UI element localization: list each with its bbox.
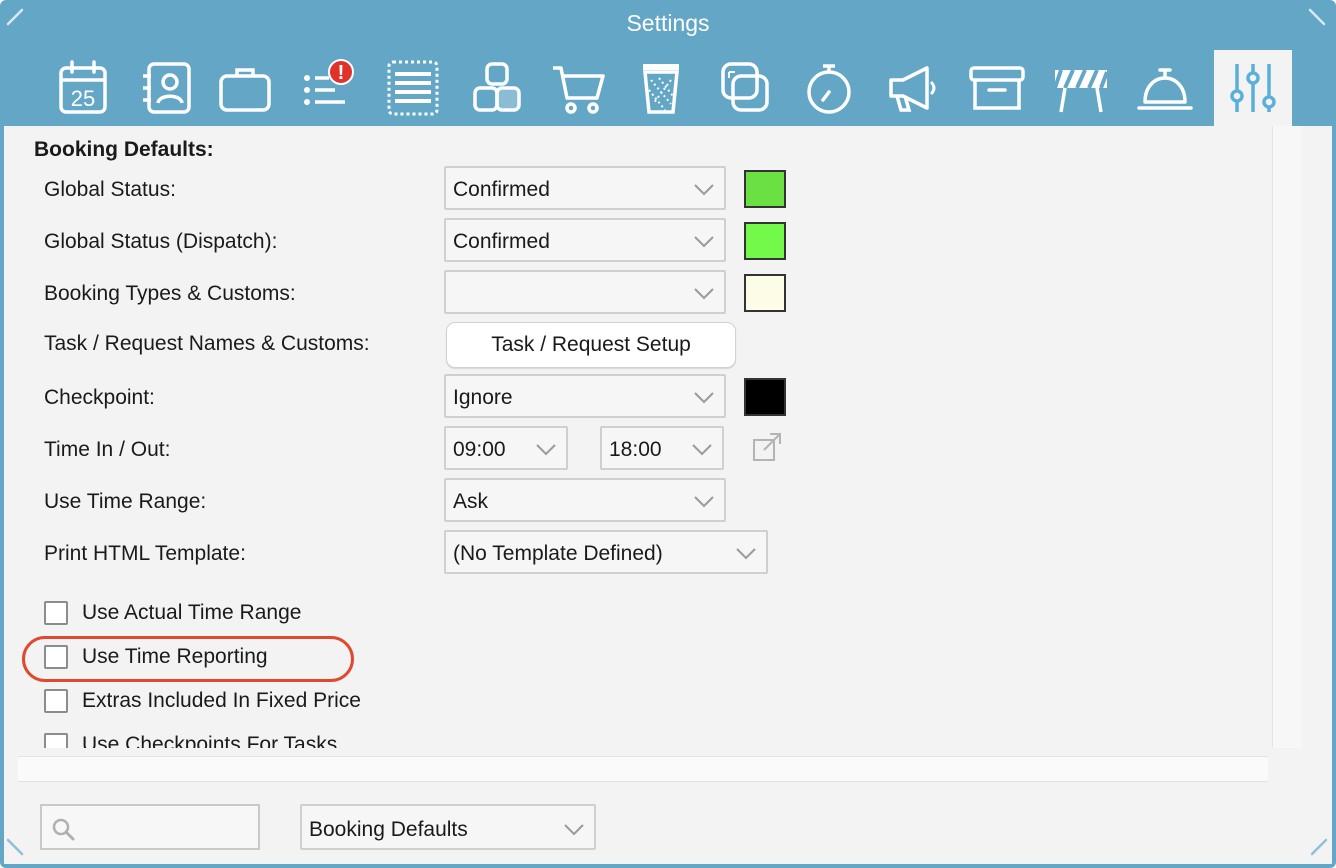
use-checkpoints-checkbox[interactable] [44, 733, 68, 748]
toolbar-barrier-button[interactable] [1042, 50, 1120, 126]
calendar-day-badge: 25 [71, 86, 95, 111]
use-time-range-label: Use Time Range: [44, 490, 207, 513]
print-template-select[interactable]: (No Template Defined) [444, 530, 768, 574]
resize-handle-top-right-icon[interactable] [1308, 8, 1326, 26]
sliders-settings-icon [1230, 64, 1276, 112]
global-status-dispatch-label: Global Status (Dispatch): [44, 230, 278, 253]
resize-handle-bottom-right-icon[interactable] [1310, 838, 1328, 856]
chevron-down-icon [693, 285, 715, 301]
service-bell-icon [1137, 68, 1193, 110]
print-template-label: Print HTML Template: [44, 542, 246, 565]
checkpoint-label: Checkpoint: [44, 386, 155, 409]
chevron-down-icon [693, 493, 715, 509]
use-checkpoints-label: Use Checkpoints For Tasks [82, 733, 338, 748]
use-time-reporting-label: Use Time Reporting [82, 645, 268, 668]
external-link-icon[interactable] [750, 430, 784, 464]
global-status-value: Confirmed [453, 178, 550, 201]
use-time-reporting-row[interactable]: Use Time Reporting [44, 642, 344, 672]
use-time-range-value: Ask [453, 490, 489, 513]
use-actual-time-range-row[interactable]: Use Actual Time Range [44, 598, 404, 628]
archive-box-icon [969, 66, 1025, 110]
task-request-label: Task / Request Names & Customs: [44, 332, 370, 355]
toolbar-announcements-button[interactable] [874, 50, 952, 126]
booking-types-color-swatch[interactable] [744, 274, 786, 312]
use-checkpoints-row[interactable]: Use Checkpoints For Tasks [44, 730, 444, 748]
checkpoint-value: Ignore [453, 386, 513, 409]
resources-boxes-icon [473, 62, 521, 112]
layers-icon [721, 62, 769, 112]
use-time-range-select[interactable]: Ask [444, 478, 726, 522]
chevron-down-icon [535, 441, 557, 457]
megaphone-icon [889, 66, 936, 112]
search-icon [50, 816, 76, 842]
stopwatch-icon [807, 64, 851, 114]
toolbar-service-button[interactable] [1126, 50, 1204, 126]
global-status-color-swatch[interactable] [744, 170, 786, 208]
briefcase-icon [219, 68, 271, 112]
chevron-down-icon [691, 441, 713, 457]
toolbar-settings-button[interactable] [1214, 50, 1292, 126]
booking-types-select[interactable] [444, 270, 726, 314]
global-status-dispatch-value: Confirmed [453, 230, 550, 253]
section-select-value: Booking Defaults [309, 818, 468, 841]
toolbar-tasks-button[interactable]: ! [290, 50, 368, 126]
toolbar-documents-button[interactable] [374, 50, 452, 126]
trash-bin-icon [643, 64, 679, 114]
vertical-scrollbar[interactable] [1272, 126, 1302, 748]
toolbar-jobs-button[interactable] [206, 50, 284, 126]
calendar-icon: 25 [59, 60, 107, 114]
toolbar-timer-button[interactable] [790, 50, 868, 126]
time-out-value: 18:00 [609, 438, 662, 461]
toolbar-cart-button[interactable] [540, 50, 618, 126]
toolbar-archive-button[interactable] [958, 50, 1036, 126]
settings-window: Settings 25 ! Booking Defaults: Global S… [0, 0, 1336, 868]
toolbar-resources-button[interactable] [458, 50, 536, 126]
extras-included-row[interactable]: Extras Included In Fixed Price [44, 686, 444, 716]
search-box[interactable] [40, 804, 260, 850]
global-status-dispatch-select[interactable]: Confirmed [444, 218, 726, 262]
global-status-dispatch-color-swatch[interactable] [744, 222, 786, 260]
extras-included-label: Extras Included In Fixed Price [82, 689, 361, 712]
chevron-down-icon [563, 821, 585, 837]
time-in-value: 09:00 [453, 438, 506, 461]
toolbar-contacts-button[interactable] [128, 50, 206, 126]
list-document-icon [387, 60, 439, 116]
horizontal-scrollbar[interactable] [18, 756, 1268, 782]
barrier-icon [1053, 69, 1109, 113]
contacts-icon [143, 62, 191, 114]
resize-handle-bottom-left-icon[interactable] [6, 838, 24, 856]
toolbar-calendar-button[interactable]: 25 [44, 50, 122, 126]
chevron-down-icon [693, 389, 715, 405]
print-template-value: (No Template Defined) [453, 542, 663, 565]
module-toolbar: 25 ! [44, 50, 1304, 126]
time-in-select[interactable]: 09:00 [444, 426, 568, 470]
section-title: Booking Defaults: [34, 138, 214, 161]
use-actual-time-range-checkbox[interactable] [44, 601, 68, 625]
booking-types-label: Booking Types & Customs: [44, 282, 296, 305]
use-actual-time-range-label: Use Actual Time Range [82, 601, 302, 624]
global-status-select[interactable]: Confirmed [444, 166, 726, 210]
extras-included-checkbox[interactable] [44, 689, 68, 713]
settings-scroll-area[interactable]: Booking Defaults: Global Status: Confirm… [20, 126, 1272, 748]
chevron-down-icon [693, 181, 715, 197]
search-input[interactable] [82, 814, 252, 840]
task-list-alert-icon: ! [304, 59, 354, 105]
global-status-label: Global Status: [44, 178, 176, 201]
settings-panel: Booking Defaults: Global Status: Confirm… [4, 126, 1332, 864]
window-title: Settings [626, 10, 710, 36]
chevron-down-icon [735, 545, 757, 561]
toolbar-layers-button[interactable] [706, 50, 784, 126]
checkpoint-color-swatch[interactable] [744, 378, 786, 416]
use-time-reporting-checkbox[interactable] [44, 645, 68, 669]
checkpoint-select[interactable]: Ignore [444, 374, 726, 418]
toolbar-trash-button[interactable] [622, 50, 700, 126]
task-request-setup-button[interactable]: Task / Request Setup [446, 322, 736, 368]
section-select[interactable]: Booking Defaults [300, 804, 596, 850]
chevron-down-icon [693, 233, 715, 249]
title-bar[interactable]: Settings [0, 0, 1336, 48]
time-in-out-label: Time In / Out: [44, 438, 171, 461]
alert-badge: ! [338, 62, 345, 84]
time-out-select[interactable]: 18:00 [600, 426, 724, 470]
shopping-cart-icon [553, 66, 605, 114]
